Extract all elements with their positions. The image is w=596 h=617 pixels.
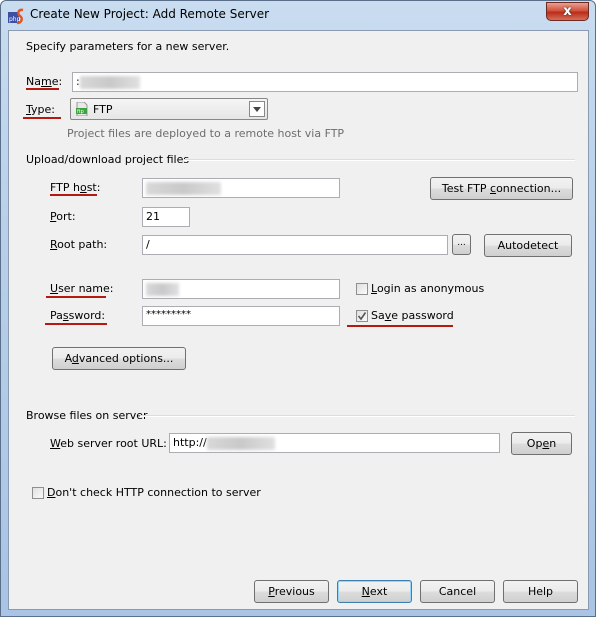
port-label: Port: (50, 210, 76, 223)
ftp-file-icon: ftp (76, 101, 88, 117)
help-button[interactable]: Help (503, 580, 578, 603)
root-path-label: Root path: (50, 238, 108, 251)
type-select-value: FTP (93, 103, 113, 116)
root-path-input[interactable]: / (142, 235, 448, 255)
test-ftp-connection-button[interactable]: Test FTP connection... (430, 177, 573, 200)
annotation-underline (26, 88, 59, 90)
save-password-checkbox[interactable] (356, 310, 368, 322)
title-bar[interactable]: php Create New Project: Add Remote Serve… (1, 1, 595, 29)
upload-section-title: Upload/download project files (26, 153, 190, 166)
dialog-content: Specify parameters for a new server. Nam… (8, 30, 589, 610)
close-icon: x (563, 4, 572, 19)
type-label: Type: (26, 103, 55, 116)
type-hint: Project files are deployed to a remote h… (67, 127, 345, 140)
window-title: Create New Project: Add Remote Server (30, 7, 270, 21)
user-name-label: User name: (50, 282, 114, 295)
login-anonymous-checkbox[interactable] (356, 283, 368, 295)
ftp-host-input[interactable] (142, 178, 340, 198)
dont-check-http-checkbox[interactable] (32, 487, 44, 499)
web-url-input[interactable]: http:// (169, 433, 500, 453)
annotation-underline (46, 296, 106, 298)
previous-button[interactable]: Previous (254, 580, 329, 603)
advanced-options-button[interactable]: Advanced options... (52, 347, 186, 370)
browse-section-title: Browse files on server (26, 409, 148, 422)
password-label: Password: (50, 309, 106, 322)
annotation-underline (50, 194, 97, 196)
user-name-input[interactable] (142, 279, 340, 299)
close-button[interactable]: x (546, 2, 589, 21)
web-url-label: Web server root URL: (50, 437, 167, 450)
annotation-underline (347, 325, 453, 327)
intro-text: Specify parameters for a new server. (26, 40, 230, 53)
password-input[interactable]: ********* (142, 306, 340, 326)
annotation-underline (45, 323, 107, 325)
name-label: Name: (26, 75, 63, 88)
section-divider (184, 159, 575, 161)
login-anonymous-label[interactable]: Login as anonymous (371, 282, 484, 295)
next-button[interactable]: Next (337, 580, 412, 603)
type-select[interactable]: ftp FTP (70, 98, 268, 120)
cancel-button[interactable]: Cancel (420, 580, 495, 603)
dialog-window: php Create New Project: Add Remote Serve… (0, 0, 596, 617)
dont-check-http-label[interactable]: Don't check HTTP connection to server (47, 486, 261, 499)
port-input[interactable]: 21 (142, 207, 190, 227)
name-input[interactable]: : (72, 72, 578, 92)
section-divider (140, 415, 575, 417)
open-button[interactable]: Open (511, 432, 572, 455)
autodetect-button[interactable]: Autodetect (484, 234, 572, 257)
chevron-down-icon[interactable] (249, 101, 265, 117)
save-password-label[interactable]: Save password (371, 309, 454, 322)
checkmark-icon (357, 312, 367, 321)
annotation-underline (23, 117, 61, 119)
phpstorm-app-icon: php (8, 8, 24, 25)
browse-root-path-button[interactable]: ... (452, 234, 471, 255)
ftp-host-label: FTP host: (50, 181, 101, 194)
svg-text:ftp: ftp (77, 109, 84, 115)
